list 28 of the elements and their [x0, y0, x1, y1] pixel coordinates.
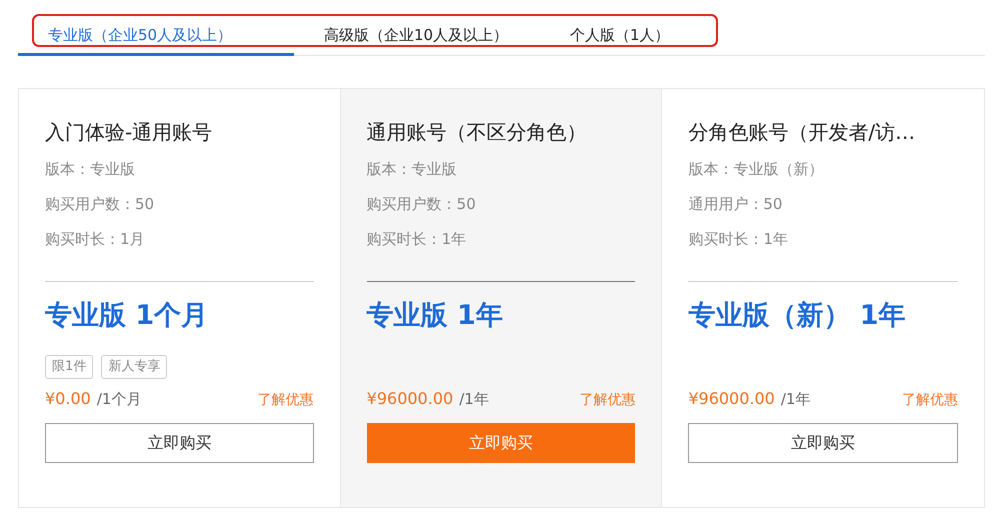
plan-detail: 购买时长：1年	[366, 229, 468, 250]
price: ¥96000.00	[366, 388, 454, 410]
plan-detail: 购买用户数：50	[366, 194, 477, 215]
buy-button[interactable]: 立即购买	[45, 422, 314, 462]
plan-headline: 专业版 1个月	[45, 299, 210, 333]
buy-button[interactable]: 立即购买	[688, 422, 958, 462]
plan-title: 入门体验-通用账号	[45, 119, 214, 146]
plan-title: 分角色账号（开发者/访…	[688, 119, 916, 146]
plan-headline: 专业版（新） 1年	[688, 299, 907, 333]
tab[interactable]: 高级版（企业10人及以上）	[294, 14, 570, 56]
plan-detail: 购买用户数：50	[45, 194, 156, 215]
plan-detail: 版本：专业版	[45, 159, 136, 180]
plan-detail: 版本：专业版	[366, 159, 458, 180]
tab[interactable]: 专业版（企业50人及以上）	[18, 14, 294, 56]
tag: 新人专享	[101, 354, 168, 378]
plan-detail: 版本：专业版（新）	[688, 159, 824, 180]
price: ¥0.00	[45, 388, 91, 410]
plan-detail: 购买时长：1月	[45, 229, 146, 250]
plan-headline: 专业版 1年	[366, 299, 504, 333]
price: ¥96000.00	[688, 388, 775, 410]
plan-detail: 购买时长：1年	[688, 229, 789, 250]
tag: 限1件	[45, 354, 94, 378]
plan-detail: 通用用户：50	[688, 194, 784, 215]
period: /1年	[780, 388, 810, 410]
period: /1个月	[96, 388, 142, 410]
period: /1年	[459, 388, 489, 410]
tab[interactable]: 个人版（1人）	[570, 14, 770, 56]
plan-title: 通用账号（不区分角色）	[366, 119, 588, 146]
